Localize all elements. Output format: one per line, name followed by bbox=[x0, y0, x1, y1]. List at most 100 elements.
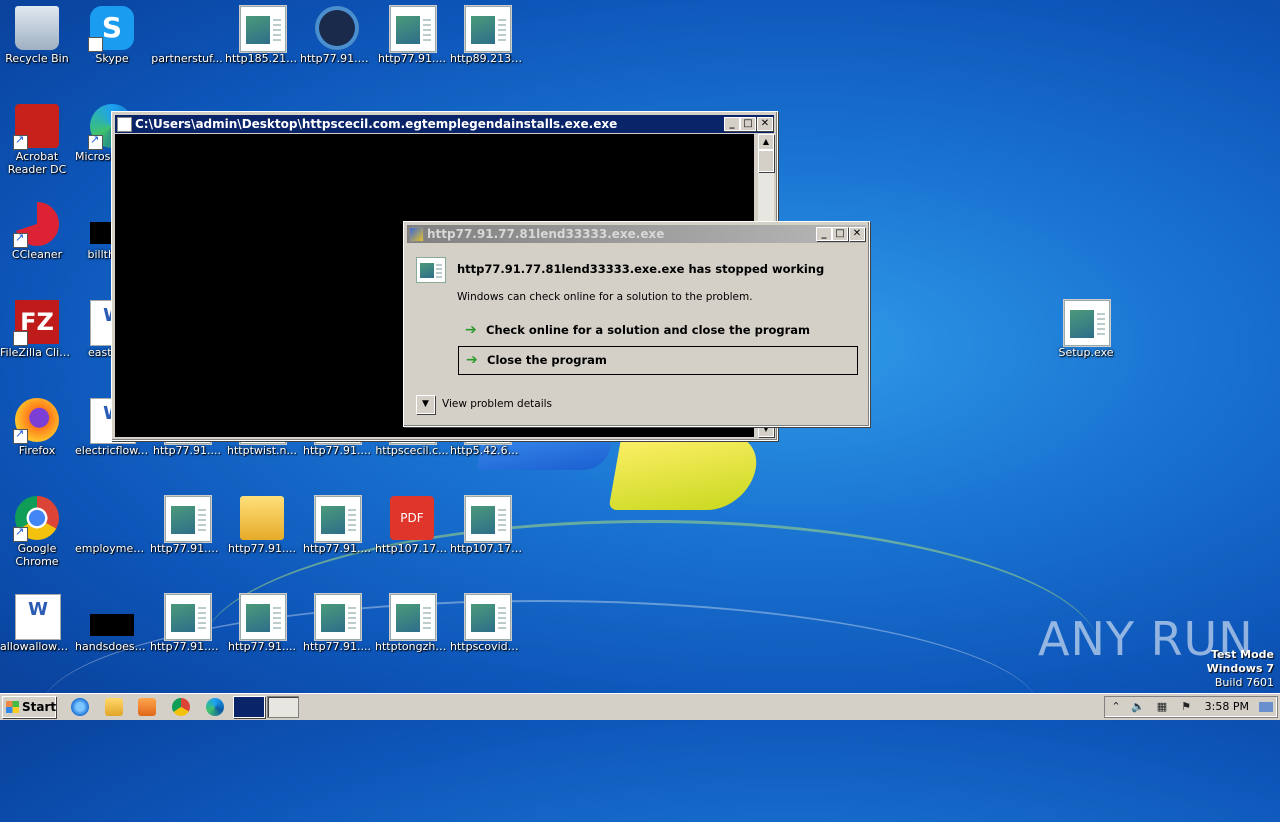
desktop-icon[interactable]: http77.91.7... bbox=[300, 0, 374, 90]
desktop-icon[interactable]: http77.91.7... bbox=[150, 588, 224, 678]
desktop-icon[interactable]: httptongzhi.... bbox=[375, 588, 449, 678]
close-program-label: Close the program bbox=[487, 353, 607, 367]
desktop-icon[interactable]: http77.91.... bbox=[300, 588, 374, 678]
desktop-icon-label: http107.17.... bbox=[450, 542, 524, 555]
console-titlebar[interactable]: C:\Users\admin\Desktop\httpscecil.com.eg… bbox=[115, 115, 774, 133]
minimize-button[interactable]: _ bbox=[724, 117, 740, 131]
round-app-icon bbox=[315, 6, 359, 50]
show-hidden-icon[interactable]: ⌃ bbox=[1109, 700, 1123, 713]
black-file-icon bbox=[90, 614, 134, 636]
desktop-icon[interactable]: Google Chrome bbox=[0, 490, 74, 580]
desktop-icon-label: httptongzhi.... bbox=[375, 640, 449, 653]
shortcut-arrow-icon bbox=[13, 329, 28, 373]
scroll-up-button[interactable]: ▲ bbox=[758, 134, 774, 150]
desktop-icon-label: Firefox bbox=[18, 444, 56, 457]
desktop-icon[interactable]: employment... bbox=[75, 490, 149, 580]
exe-icon bbox=[1064, 300, 1110, 346]
volume-icon[interactable]: 🔈 bbox=[1131, 700, 1145, 713]
pdf-icon: PDF bbox=[390, 496, 434, 540]
desktop-icon[interactable]: Acrobat Reader DC bbox=[0, 98, 74, 188]
show-desktop-icon[interactable] bbox=[1259, 702, 1273, 712]
desktop-icon[interactable]: http77.91.7... bbox=[150, 490, 224, 580]
desktop-icon[interactable]: PDF http107.17.... bbox=[375, 490, 449, 580]
desktop-icon-label: http77.91.... bbox=[152, 444, 222, 457]
error-dialog[interactable]: http77.91.77.81lend33333.exe.exe _ □ ✕ h… bbox=[403, 221, 870, 427]
wallpaper-flag-yellow bbox=[608, 435, 762, 510]
edge-icon[interactable] bbox=[206, 698, 224, 716]
desktop-icon[interactable]: handsdoes.jpg bbox=[75, 588, 149, 678]
maximize-button[interactable]: □ bbox=[740, 117, 756, 131]
ie-icon[interactable] bbox=[71, 698, 89, 716]
desktop-icon[interactable]: http185.21.... bbox=[225, 0, 299, 90]
explorer-icon[interactable] bbox=[105, 698, 123, 716]
dialog-heading: http77.91.77.81lend33333.exe.exe has sto… bbox=[457, 262, 825, 276]
dialog-minimize-button[interactable]: _ bbox=[816, 227, 832, 241]
console-window-icon bbox=[117, 117, 132, 132]
desktop-icon[interactable]: SSkype bbox=[75, 0, 149, 90]
chrome-icon bbox=[13, 496, 59, 542]
desktop-icon[interactable]: Firefox bbox=[0, 392, 74, 482]
desktop-icon-label: http77.91.... bbox=[377, 52, 447, 65]
flag-icon[interactable]: ⚑ bbox=[1179, 700, 1193, 713]
dialog-close-button[interactable]: ✕ bbox=[849, 227, 865, 241]
desktop-icon[interactable]: http77.91.... bbox=[225, 490, 299, 580]
chrome-icon[interactable] bbox=[172, 698, 190, 716]
document-icon bbox=[90, 496, 134, 540]
taskbar-dialog-task[interactable] bbox=[233, 696, 265, 718]
desktop-icon[interactable]: http77.91.... bbox=[225, 588, 299, 678]
desktop-icon[interactable]: Recycle Bin bbox=[0, 0, 74, 90]
check-online-label: Check online for a solution and close th… bbox=[486, 323, 811, 337]
exe-icon bbox=[465, 594, 511, 640]
exe-icon bbox=[390, 6, 436, 52]
console-title: C:\Users\admin\Desktop\httpscecil.com.eg… bbox=[135, 117, 618, 131]
scroll-thumb[interactable] bbox=[758, 150, 774, 172]
exe-icon bbox=[315, 594, 361, 640]
desktop-icon-label: httpscecil.c... bbox=[375, 444, 449, 457]
dialog-titlebar[interactable]: http77.91.77.81lend33333.exe.exe _ □ ✕ bbox=[407, 225, 866, 243]
dialog-title: http77.91.77.81lend33333.exe.exe bbox=[427, 227, 665, 241]
start-button[interactable]: Start bbox=[2, 696, 56, 718]
desktop-icon[interactable]: partnerstuf... bbox=[150, 0, 224, 90]
close-button[interactable]: ✕ bbox=[757, 117, 773, 131]
program-icon bbox=[416, 257, 446, 283]
desktop-icon[interactable]: Wallowallowe... bbox=[0, 588, 74, 678]
close-program-button[interactable]: ➔ Close the program bbox=[458, 346, 858, 375]
dialog-window-icon bbox=[409, 227, 424, 242]
desktop-icon-label: employment... bbox=[75, 542, 149, 555]
desktop-icon[interactable]: Setup.exe bbox=[1049, 294, 1123, 384]
taskbar-console-task[interactable] bbox=[267, 696, 299, 718]
desktop-icon-label: FileZilla Client bbox=[0, 346, 74, 359]
exe-icon bbox=[390, 594, 436, 640]
shortcut-arrow-icon bbox=[13, 525, 28, 542]
desktop-icon[interactable]: CCleaner bbox=[0, 196, 74, 286]
desktop-icon-label: http5.42.65.... bbox=[450, 444, 524, 457]
exe-icon bbox=[465, 6, 511, 52]
desktop-icon-label: http185.21.... bbox=[225, 52, 299, 65]
build-line: Build 7601 bbox=[1214, 676, 1274, 689]
clock[interactable]: 3:58 PM bbox=[1205, 700, 1249, 713]
desktop-icon[interactable]: http77.91.... bbox=[375, 0, 449, 90]
desktop-icon-label: http77.91.... bbox=[302, 444, 372, 457]
dialog-maximize-button[interactable]: □ bbox=[832, 227, 848, 241]
shortcut-arrow-icon bbox=[88, 133, 103, 150]
exe-icon bbox=[165, 496, 211, 542]
shortcut-arrow-icon bbox=[88, 35, 103, 79]
check-online-button[interactable]: ➔ Check online for a solution and close … bbox=[458, 317, 856, 344]
desktop-icon[interactable]: http107.17.... bbox=[450, 490, 524, 580]
desktop-icon[interactable]: FZFileZilla Client bbox=[0, 294, 74, 384]
desktop-icon[interactable]: http77.91.... bbox=[300, 490, 374, 580]
desktop-icon-label: httptwist.n... bbox=[227, 444, 297, 457]
desktop-icon-label: httpscovid1.... bbox=[450, 640, 524, 653]
view-details-link[interactable]: View problem details bbox=[442, 398, 552, 410]
windows-version-line: Windows 7 bbox=[1206, 662, 1274, 675]
media-player-icon[interactable] bbox=[138, 698, 156, 716]
desktop-icon[interactable]: httpscovid1.... bbox=[450, 588, 524, 678]
network-icon[interactable]: ▦ bbox=[1155, 700, 1169, 713]
system-tray: ⌃ 🔈 ▦ ⚑ 3:58 PM bbox=[1104, 696, 1278, 718]
desktop-icon-label: http77.91.... bbox=[302, 640, 372, 653]
desktop-icon[interactable]: http89.213.... bbox=[450, 0, 524, 90]
chevron-down-icon[interactable]: ▼ bbox=[416, 395, 435, 414]
desktop-icon-label: http77.91.7... bbox=[150, 640, 224, 653]
desktop-icon-label: electricflow.rtf bbox=[75, 444, 149, 457]
ccleaner-icon bbox=[13, 202, 59, 248]
